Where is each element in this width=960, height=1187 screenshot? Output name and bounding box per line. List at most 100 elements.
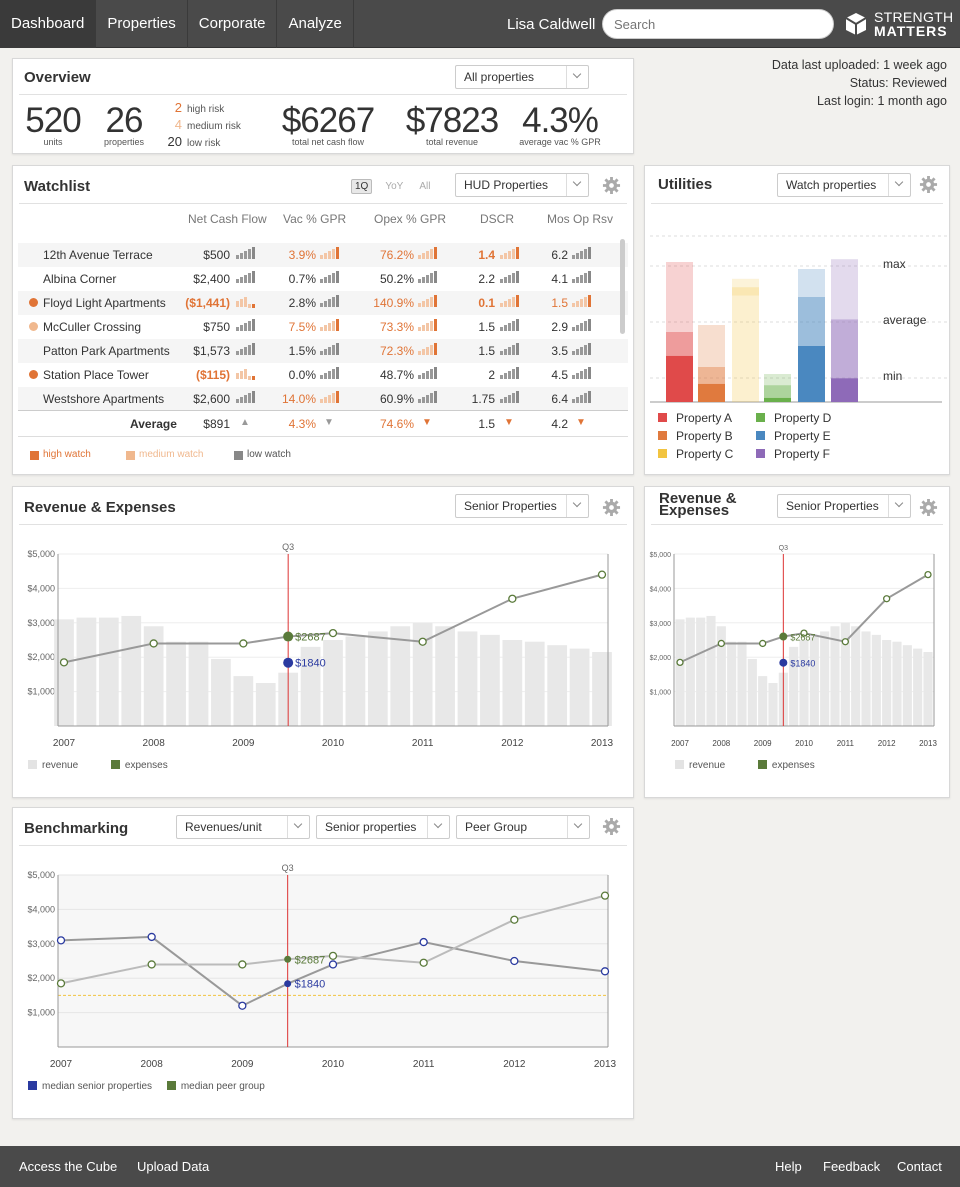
revenue-bar	[706, 615, 716, 726]
gear-icon[interactable]	[602, 176, 621, 195]
sparkline-bar	[236, 255, 239, 259]
cell-mos: 6.2	[551, 248, 568, 262]
x-tick-label: 2012	[503, 1059, 526, 1070]
sparkline-bar	[426, 299, 429, 307]
sparkline-bar	[244, 347, 247, 355]
revenue-bar	[675, 619, 685, 726]
average-ncf: $891	[203, 417, 230, 431]
toggle-all[interactable]: All	[416, 180, 433, 193]
sparkline	[572, 271, 591, 283]
utility-bar-segment	[698, 325, 725, 367]
cell-ncf: $1,573	[193, 344, 230, 358]
sparkline-bar	[576, 349, 579, 355]
revexp-small-filter-dropdown[interactable]: Senior Properties	[777, 494, 911, 518]
trend-down-icon: ▼	[422, 417, 432, 428]
expenses-point	[924, 570, 932, 579]
sparkline-bar	[418, 303, 421, 307]
nav-dashboard[interactable]: Dashboard	[0, 0, 97, 48]
risk-low-count: 20	[167, 134, 182, 149]
sparkline-bar	[418, 399, 421, 403]
risk-summary: 2 high risk 4 medium risk 20 low risk	[166, 100, 241, 151]
gear-icon[interactable]	[602, 498, 621, 517]
revexp-filter-dropdown[interactable]: Senior Properties	[455, 494, 589, 518]
sparkline-bar	[504, 277, 507, 283]
nav-analyze[interactable]: Analyze	[277, 0, 354, 48]
marker-label: average	[883, 313, 927, 327]
cell-opex: 140.9%	[373, 296, 414, 310]
nav-corporate[interactable]: Corporate	[188, 0, 278, 48]
nav-properties[interactable]: Properties	[96, 0, 188, 48]
kpi-properties-label: properties	[103, 137, 145, 147]
footer-help[interactable]: Help	[775, 1159, 802, 1174]
sparkline-bar	[324, 349, 327, 355]
revenue-bar	[98, 617, 119, 726]
sparkline-bar	[584, 345, 587, 355]
utilities-filter-dropdown[interactable]: Watch properties	[777, 173, 911, 197]
legend-swatch	[756, 413, 765, 422]
cell-vac: 0.0%	[288, 368, 316, 382]
sparkline-bar	[584, 249, 587, 259]
footer-upload-data[interactable]: Upload Data	[137, 1159, 209, 1174]
dropdown-value: Peer Group	[465, 820, 528, 834]
sparkline-bar	[434, 391, 437, 403]
utility-bar-segment	[831, 259, 858, 320]
sparkline	[572, 247, 591, 259]
gear-icon[interactable]	[919, 498, 938, 517]
footer-bar: Access the Cube Upload Data Help Feedbac…	[0, 1146, 960, 1187]
revenue-bar	[902, 645, 912, 726]
sparkline	[236, 369, 255, 380]
marker-label: min	[883, 369, 902, 383]
toggle-yoy[interactable]: YoY	[382, 180, 406, 193]
sparkline-bar	[512, 321, 515, 331]
user-name[interactable]: Lisa Caldwell	[507, 16, 595, 33]
series-point-senior	[56, 936, 66, 945]
expenses-point	[883, 595, 891, 603]
cell-opex: 50.2%	[379, 272, 414, 286]
benchmark-metric-dropdown[interactable]: Revenues/unit	[176, 815, 310, 839]
sparkline-bar	[430, 297, 433, 307]
sparkline	[236, 319, 255, 331]
search-input[interactable]	[602, 9, 834, 39]
revenue-bar	[809, 636, 819, 726]
expenses-current-point	[779, 632, 788, 641]
revexp-small-title-line-2: Expenses	[659, 502, 730, 519]
cell-opex: 76.2%	[379, 248, 414, 262]
sparkline-bar	[504, 253, 507, 259]
utility-bar-segment	[798, 269, 825, 297]
legend-revenue: revenue	[42, 760, 79, 771]
legend-swatch	[756, 449, 765, 458]
sparkline-bar	[572, 279, 575, 283]
benchmark-group-dropdown[interactable]: Senior properties	[316, 815, 450, 839]
expenses-point	[759, 639, 767, 648]
expenses-point	[418, 637, 427, 646]
revenue-bar	[569, 648, 590, 726]
toggle-1q[interactable]: 1Q	[351, 179, 373, 194]
revenue-current-label: $1840	[295, 658, 326, 670]
sparkline	[418, 247, 437, 259]
expenses-current-label: $2687	[790, 633, 815, 643]
revenue-current-point	[283, 657, 294, 668]
x-tick-label: 2012	[501, 738, 524, 749]
sparkline-bar	[320, 351, 323, 355]
footer-feedback[interactable]: Feedback	[823, 1159, 880, 1174]
sparkline	[320, 343, 339, 355]
gear-icon[interactable]	[919, 175, 938, 194]
property-name: Albina Corner	[43, 272, 117, 286]
sparkline-bar	[248, 321, 251, 331]
gear-icon[interactable]	[602, 817, 621, 836]
brand-logo[interactable]: STRENGTH MATTERS	[845, 10, 953, 38]
sparkline-bar	[244, 251, 247, 259]
footer-contact[interactable]: Contact	[897, 1159, 942, 1174]
sparkline-bar	[320, 399, 323, 403]
sparkline-bar	[516, 247, 519, 259]
series-point-senior	[328, 960, 338, 969]
chevron-down-icon	[566, 495, 588, 517]
footer-access-cube[interactable]: Access the Cube	[19, 1159, 117, 1174]
sparkline-bar	[240, 397, 243, 403]
sparkline	[418, 391, 437, 403]
sparkline-bar	[500, 399, 503, 403]
property-name: McCuller Crossing	[43, 320, 142, 334]
benchmark-peer-dropdown[interactable]: Peer Group	[456, 815, 590, 839]
overview-filter-dropdown[interactable]: All properties	[455, 65, 589, 89]
watchlist-filter-dropdown[interactable]: HUD Properties	[455, 173, 589, 197]
